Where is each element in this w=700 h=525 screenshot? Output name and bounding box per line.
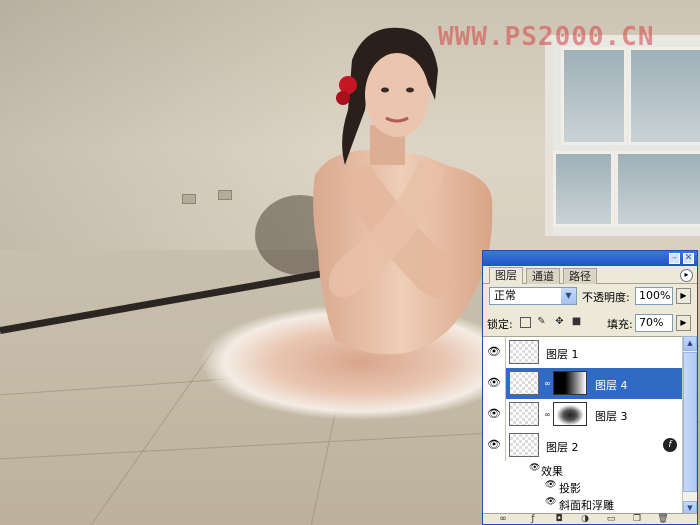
opacity-slider-button[interactable]: ▶ (676, 288, 691, 304)
effect-name: 投影 (559, 482, 581, 495)
eye-icon[interactable]: 👁 (545, 480, 556, 490)
scroll-up-icon[interactable]: ▲ (683, 336, 697, 351)
lock-transparency-icon[interactable] (520, 317, 531, 328)
layers-palette: – ✕ 图层 通道 路径 ▸ 正常 ▼ 不透明度: 100% ▶ 锁定: ✎ ✥… (482, 250, 698, 525)
minimize-icon[interactable]: – (669, 253, 680, 264)
layer-thumbnail (509, 340, 539, 364)
layer-list-scrollbar[interactable]: ▲ ▼ (682, 336, 697, 516)
layer-row[interactable]: 👁 图层 1 (483, 337, 683, 369)
palette-tabs: 图层 通道 路径 ▸ (483, 266, 697, 284)
blend-mode-select[interactable]: 正常 ▼ (489, 287, 577, 305)
tab-paths[interactable]: 路径 (563, 268, 597, 284)
add-style-icon[interactable]: ƒ (527, 514, 539, 524)
new-layer-icon[interactable]: ❐ (631, 514, 643, 524)
trash-icon[interactable]: 🗑 (657, 514, 669, 524)
fill-field[interactable]: 70% (635, 314, 673, 332)
tab-channels[interactable]: 通道 (526, 268, 560, 284)
opacity-label: 不透明度: (582, 291, 630, 304)
layer-name: 图层 2 (546, 441, 579, 454)
effect-item[interactable]: 👁 斜面和浮雕 (483, 495, 683, 512)
scrollbar-thumb[interactable] (683, 352, 697, 492)
layer-row[interactable]: 👁 图层 2 f (483, 430, 683, 462)
layer-effects-icon[interactable]: f (663, 438, 677, 452)
eye-icon[interactable]: 👁 (545, 497, 556, 507)
close-icon[interactable]: ✕ (683, 253, 694, 264)
layer-name: 图层 1 (546, 348, 579, 361)
effects-row[interactable]: 👁 效果 (483, 461, 683, 478)
link-icon[interactable]: ∞ (544, 409, 551, 420)
link-icon[interactable]: ∞ (544, 378, 551, 389)
layer-name: 图层 3 (595, 410, 628, 423)
blend-mode-value: 正常 (494, 289, 516, 302)
palette-footer: ∞ ƒ ◘ ◑ ▭ ❐ 🗑 (483, 513, 697, 524)
lock-all-icon[interactable]: ■ (571, 316, 582, 327)
eye-icon[interactable]: 👁 (486, 407, 502, 421)
eye-icon[interactable]: 👁 (529, 463, 540, 473)
adjustment-layer-icon[interactable]: ◑ (579, 514, 591, 524)
effect-item[interactable]: 👁 投影 (483, 478, 683, 495)
add-mask-icon[interactable]: ◘ (553, 514, 565, 524)
link-layers-icon[interactable]: ∞ (497, 514, 509, 524)
palette-titlebar[interactable]: – ✕ (483, 251, 697, 266)
layer-row-selected[interactable]: 👁 ∞ 图层 4 (483, 368, 683, 400)
layer-list: 👁 图层 1 👁 ∞ 图层 4 👁 ∞ 图层 3 👁 图层 2 f 👁 效果 👁… (483, 336, 683, 517)
layer-row[interactable]: 👁 ∞ 图层 3 (483, 399, 683, 431)
palette-menu-icon[interactable]: ▸ (680, 269, 693, 282)
layer-thumbnail (509, 433, 539, 457)
opacity-field[interactable]: 100% (635, 287, 673, 305)
effects-label: 效果 (541, 465, 563, 478)
tab-layers[interactable]: 图层 (489, 267, 523, 284)
layer-mask-thumbnail[interactable] (553, 371, 587, 395)
eye-icon[interactable]: 👁 (486, 345, 502, 359)
fill-slider-button[interactable]: ▶ (676, 315, 691, 331)
lock-move-icon[interactable]: ✥ (554, 316, 565, 327)
layer-thumbnail (509, 371, 539, 395)
new-group-icon[interactable]: ▭ (605, 514, 617, 524)
eye-icon[interactable]: 👁 (486, 438, 502, 452)
layer-mask-thumbnail[interactable] (553, 402, 587, 426)
lock-brush-icon[interactable]: ✎ (536, 316, 547, 327)
chevron-down-icon[interactable]: ▼ (561, 288, 576, 304)
effect-name: 斜面和浮雕 (559, 499, 614, 512)
layer-name: 图层 4 (595, 379, 628, 392)
eye-icon[interactable]: 👁 (486, 376, 502, 390)
watermark-text: WWW.PS2000.CN (438, 22, 655, 52)
layer-thumbnail (509, 402, 539, 426)
